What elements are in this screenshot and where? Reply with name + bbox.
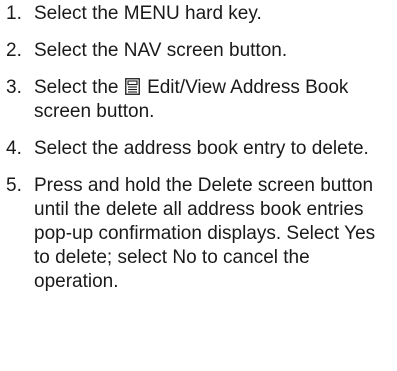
step-1: 1. Select the MENU hard key.: [6, 2, 394, 26]
step-text: Select the address book entry to delete.: [34, 138, 369, 159]
step-5: 5. Press and hold the Delete screen butt…: [6, 174, 394, 294]
step-number: 1.: [6, 3, 22, 24]
instruction-steps: 1. Select the MENU hard key. 2. Select t…: [6, 2, 394, 307]
step-text: Press and hold the Delete screen button …: [34, 175, 376, 292]
step-text-with-icon: Select the Edit/View Address Book screen…: [34, 76, 394, 124]
step-number: 5.: [6, 175, 22, 196]
step-text: Select the MENU hard key.: [34, 3, 262, 24]
step-text: Select the NAV screen button.: [34, 40, 288, 61]
step-number: 2.: [6, 40, 22, 61]
step-3: 3. Select the Edit/View Address Book scr…: [6, 76, 394, 124]
step-number: 3.: [6, 77, 22, 98]
step-4: 4. Select the address book entry to dele…: [6, 137, 394, 161]
step-2: 2. Select the NAV screen button.: [6, 39, 394, 63]
address-book-icon: [124, 78, 140, 95]
step-text-before: Select the: [34, 77, 119, 98]
step-number: 4.: [6, 138, 22, 159]
